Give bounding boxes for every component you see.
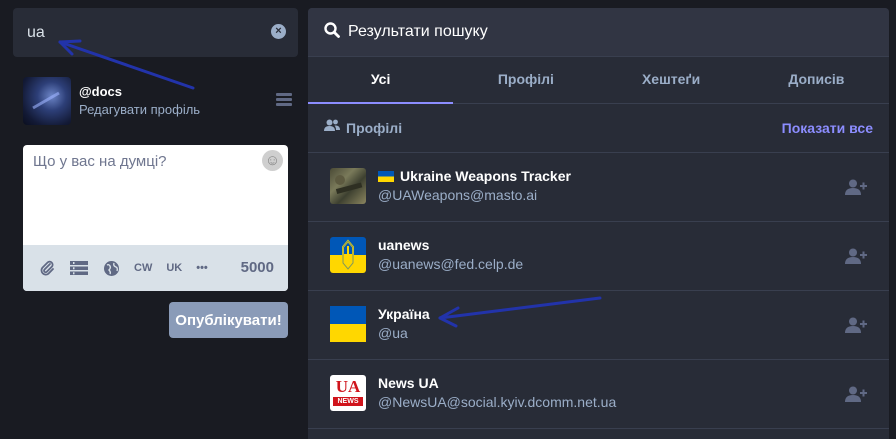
account-handle: @uanews@fed.celp.de (378, 256, 524, 272)
search-results-panel: Результати пошуку Усі Профілі Хештеґи До… (308, 8, 889, 439)
content-warning-button[interactable]: CW (134, 262, 152, 274)
left-column: × @docs Редагувати профіль ☺ CW UK ••• 5… (13, 8, 298, 338)
search-box: × (13, 8, 298, 57)
search-icon (324, 21, 340, 43)
account-name[interactable]: Ukraine Weapons Tracker (378, 168, 571, 184)
account-handle: @NewsUA@social.kyiv.dcomm.net.ua (378, 394, 617, 410)
account-avatar[interactable]: UA NEWS (330, 375, 366, 411)
account-handle: @ua (378, 325, 408, 341)
profile-handle[interactable]: @docs (79, 84, 122, 99)
account-avatar[interactable] (330, 237, 366, 273)
follow-user-icon[interactable] (845, 179, 867, 200)
account-handle: @UAWeapons@masto.ai (378, 187, 538, 203)
more-options-icon[interactable]: ••• (196, 262, 208, 274)
results-header: Результати пошуку (308, 8, 889, 57)
emoji-picker-icon[interactable]: ☺ (262, 150, 283, 171)
account-name[interactable]: News UA (378, 375, 439, 391)
compose-form: ☺ CW UK ••• 5000 (23, 145, 288, 291)
users-icon (324, 119, 340, 137)
tab-hashtags[interactable]: Хештеґи (599, 57, 744, 103)
profiles-section-header: Профілі Показати все (308, 104, 889, 153)
results-tabs: Усі Профілі Хештеґи Дописів (308, 57, 889, 104)
news-ua-logo: UA NEWS (333, 378, 363, 406)
account-avatar[interactable] (330, 168, 366, 204)
ukraine-flag-icon (378, 170, 394, 182)
account-avatar[interactable] (330, 306, 366, 342)
profiles-section-label: Профілі (346, 120, 403, 136)
clear-search-icon[interactable]: × (271, 24, 286, 39)
search-input[interactable] (13, 8, 298, 57)
attach-media-icon[interactable] (39, 260, 55, 276)
tab-all[interactable]: Усі (308, 57, 454, 104)
edit-profile-link[interactable]: Редагувати профіль (79, 102, 200, 117)
globe-visibility-icon[interactable] (103, 260, 120, 277)
profile-card: @docs Редагувати профіль (13, 77, 298, 125)
account-name[interactable]: uanews (378, 237, 429, 253)
show-all-link[interactable]: Показати все (782, 120, 873, 136)
account-row[interactable]: uanews @uanews@fed.celp.de (308, 222, 889, 291)
account-row[interactable]: UA NEWS News UA @NewsUA@social.kyiv.dcom… (308, 360, 889, 429)
follow-user-icon[interactable] (845, 386, 867, 407)
account-row[interactable]: Україна @ua (308, 291, 889, 360)
tab-profiles[interactable]: Профілі (453, 57, 598, 103)
follow-user-icon[interactable] (845, 248, 867, 269)
poll-icon[interactable] (69, 260, 89, 276)
language-button[interactable]: UK (166, 262, 182, 274)
account-row[interactable]: Ukraine Weapons Tracker @UAWeapons@masto… (308, 153, 889, 222)
avatar[interactable] (23, 77, 71, 125)
publish-button[interactable]: Опублікувати! (169, 302, 288, 338)
account-name[interactable]: Україна (378, 306, 430, 322)
follow-user-icon[interactable] (845, 317, 867, 338)
hamburger-menu-icon[interactable] (276, 93, 292, 107)
tab-posts[interactable]: Дописів (744, 57, 889, 103)
compose-textarea[interactable] (23, 145, 288, 243)
results-title: Результати пошуку (348, 23, 488, 40)
character-counter: 5000 (240, 259, 274, 276)
compose-toolbar: CW UK ••• 5000 (23, 245, 288, 291)
